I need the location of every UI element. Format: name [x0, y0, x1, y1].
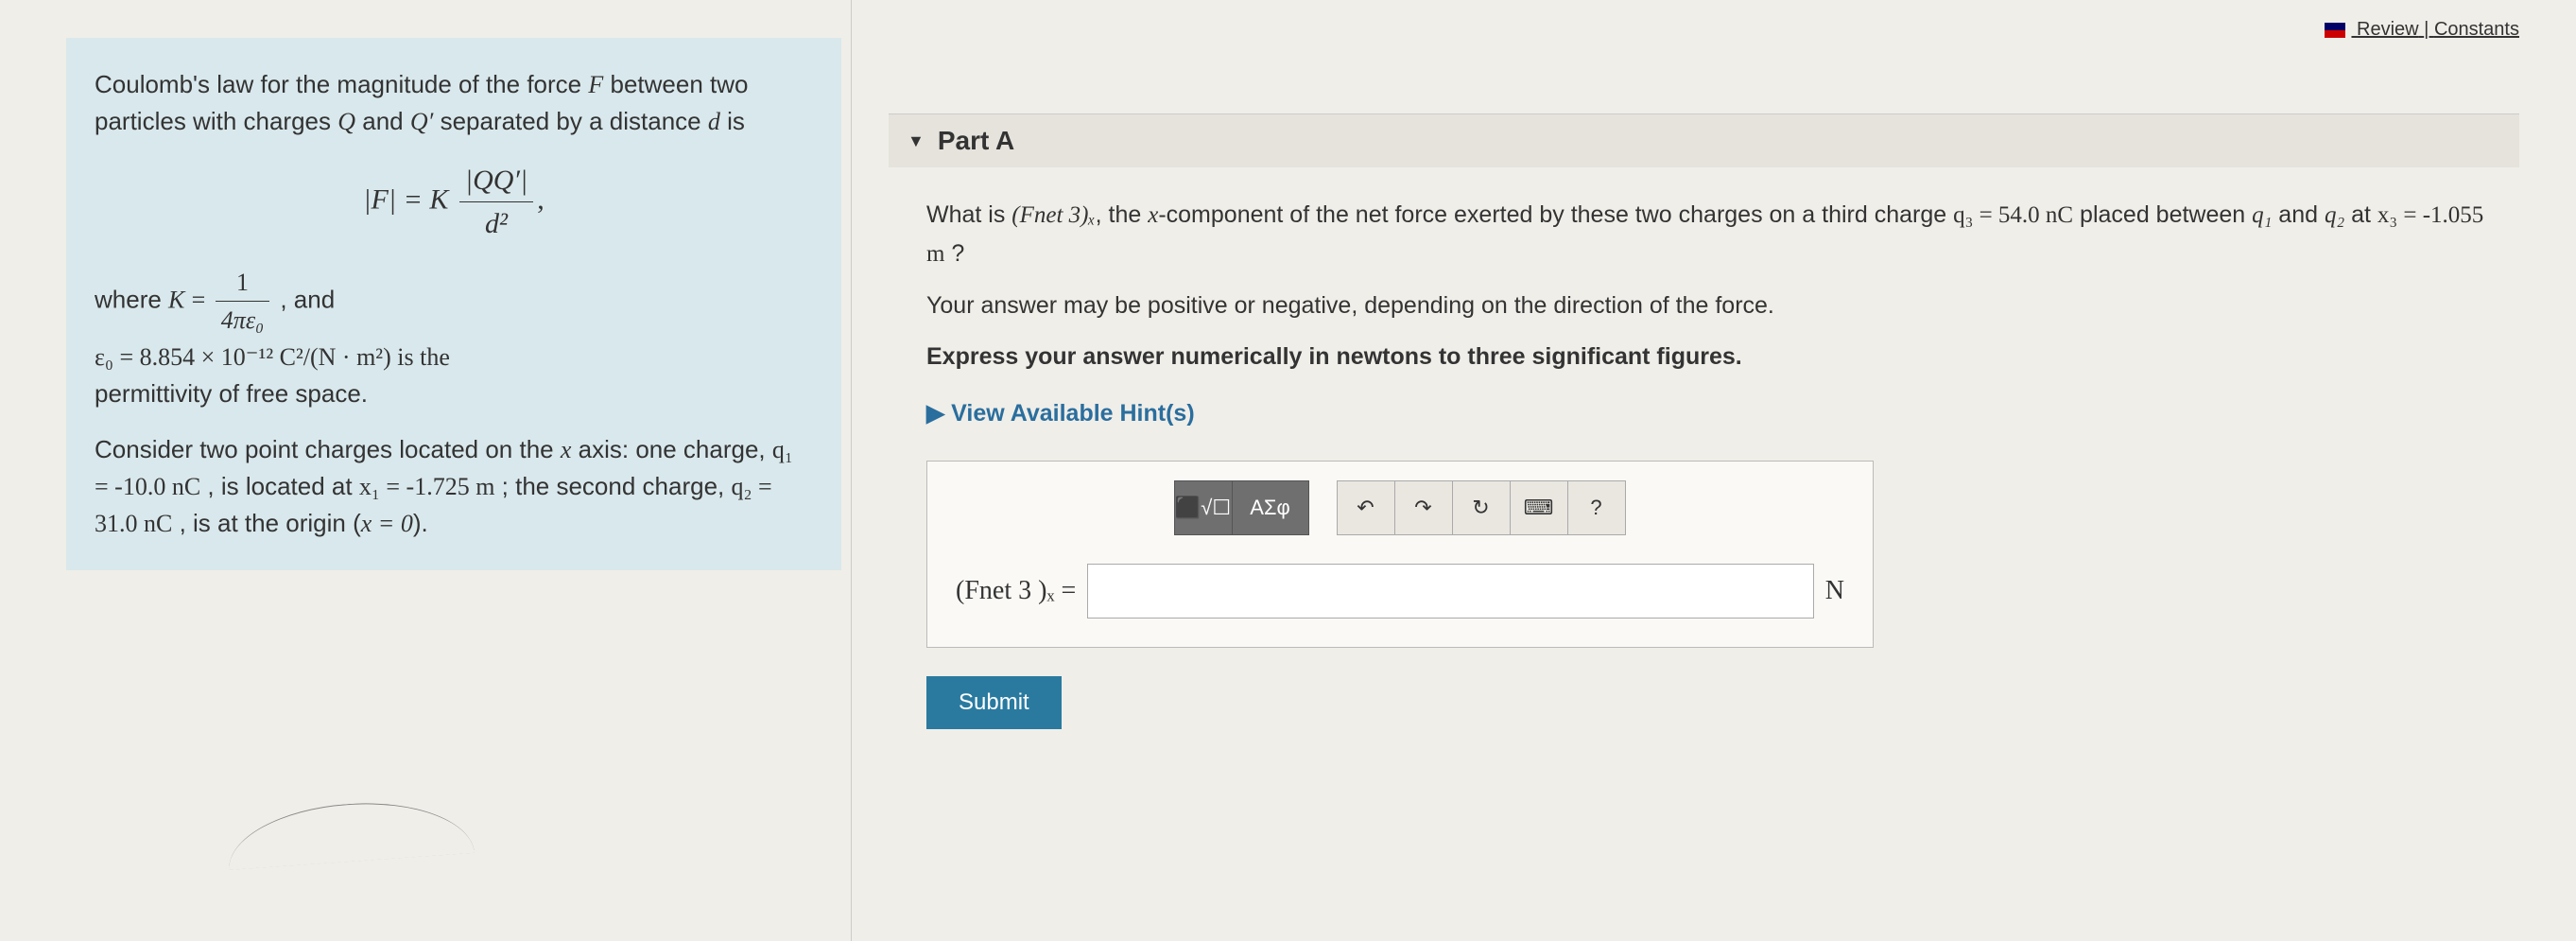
- template-button[interactable]: ⬛√☐: [1174, 480, 1233, 535]
- keyboard-button[interactable]: ⌨: [1510, 480, 1568, 535]
- view-hints-link[interactable]: ▶ View Available Hint(s): [926, 394, 2500, 432]
- undo-button[interactable]: ↶: [1337, 480, 1395, 535]
- part-a-body: What is (Fnet 3)ₓ, the x-component of th…: [889, 167, 2519, 748]
- equation-toolbar: ⬛√☐ ΑΣφ ↶ ↷ ↻ ⌨ ?: [956, 480, 1844, 535]
- main-formula: |F| = K |QQ′| d² ,: [95, 159, 813, 245]
- reset-button[interactable]: ↻: [1452, 480, 1511, 535]
- help-button[interactable]: ?: [1567, 480, 1626, 535]
- answer-box: ⬛√☐ ΑΣφ ↶ ↷ ↻ ⌨ ? (Fnet 3 )ₓ = N: [926, 461, 1874, 648]
- part-a-header[interactable]: ▼ Part A: [889, 113, 2519, 167]
- intro-paragraph: Coulomb's law for the magnitude of the f…: [95, 66, 813, 140]
- part-title: Part A: [938, 126, 1014, 156]
- greek-button[interactable]: ΑΣφ: [1232, 480, 1309, 535]
- vertical-divider: [851, 0, 852, 941]
- eps0-line: ε₀ = 8.854 × 10⁻¹² C²/(N · m²) is the: [95, 339, 813, 375]
- decorative-curve: [225, 795, 475, 870]
- answer-instruction: Express your answer numerically in newto…: [926, 338, 2500, 375]
- flag-icon: [2325, 23, 2345, 38]
- answer-label: (Fnet 3 )ₓ =: [956, 570, 1076, 613]
- question-panel: ▼ Part A What is (Fnet 3)ₓ, the x-compon…: [889, 113, 2519, 748]
- problem-statement-panel: Coulomb's law for the magnitude of the f…: [66, 38, 841, 570]
- constants-link[interactable]: Constants: [2434, 19, 2519, 40]
- redo-button[interactable]: ↷: [1394, 480, 1453, 535]
- answer-unit: N: [1825, 570, 1844, 613]
- submit-button[interactable]: Submit: [926, 676, 1062, 729]
- header-links: Review | Constants: [2325, 19, 2519, 41]
- review-link[interactable]: Review: [2357, 19, 2419, 40]
- answer-line: (Fnet 3 )ₓ = N: [956, 564, 1844, 619]
- charges-paragraph: Consider two point charges located on th…: [95, 431, 813, 542]
- answer-input[interactable]: [1087, 564, 1813, 619]
- permittivity-line: permittivity of free space.: [95, 375, 813, 412]
- k-definition: where K = 1 4πε₀ , and: [95, 264, 813, 339]
- question-text: What is (Fnet 3)ₓ, the x-component of th…: [926, 196, 2500, 273]
- direction-note: Your answer may be positive or negative,…: [926, 287, 2500, 324]
- chevron-down-icon: ▼: [908, 131, 925, 151]
